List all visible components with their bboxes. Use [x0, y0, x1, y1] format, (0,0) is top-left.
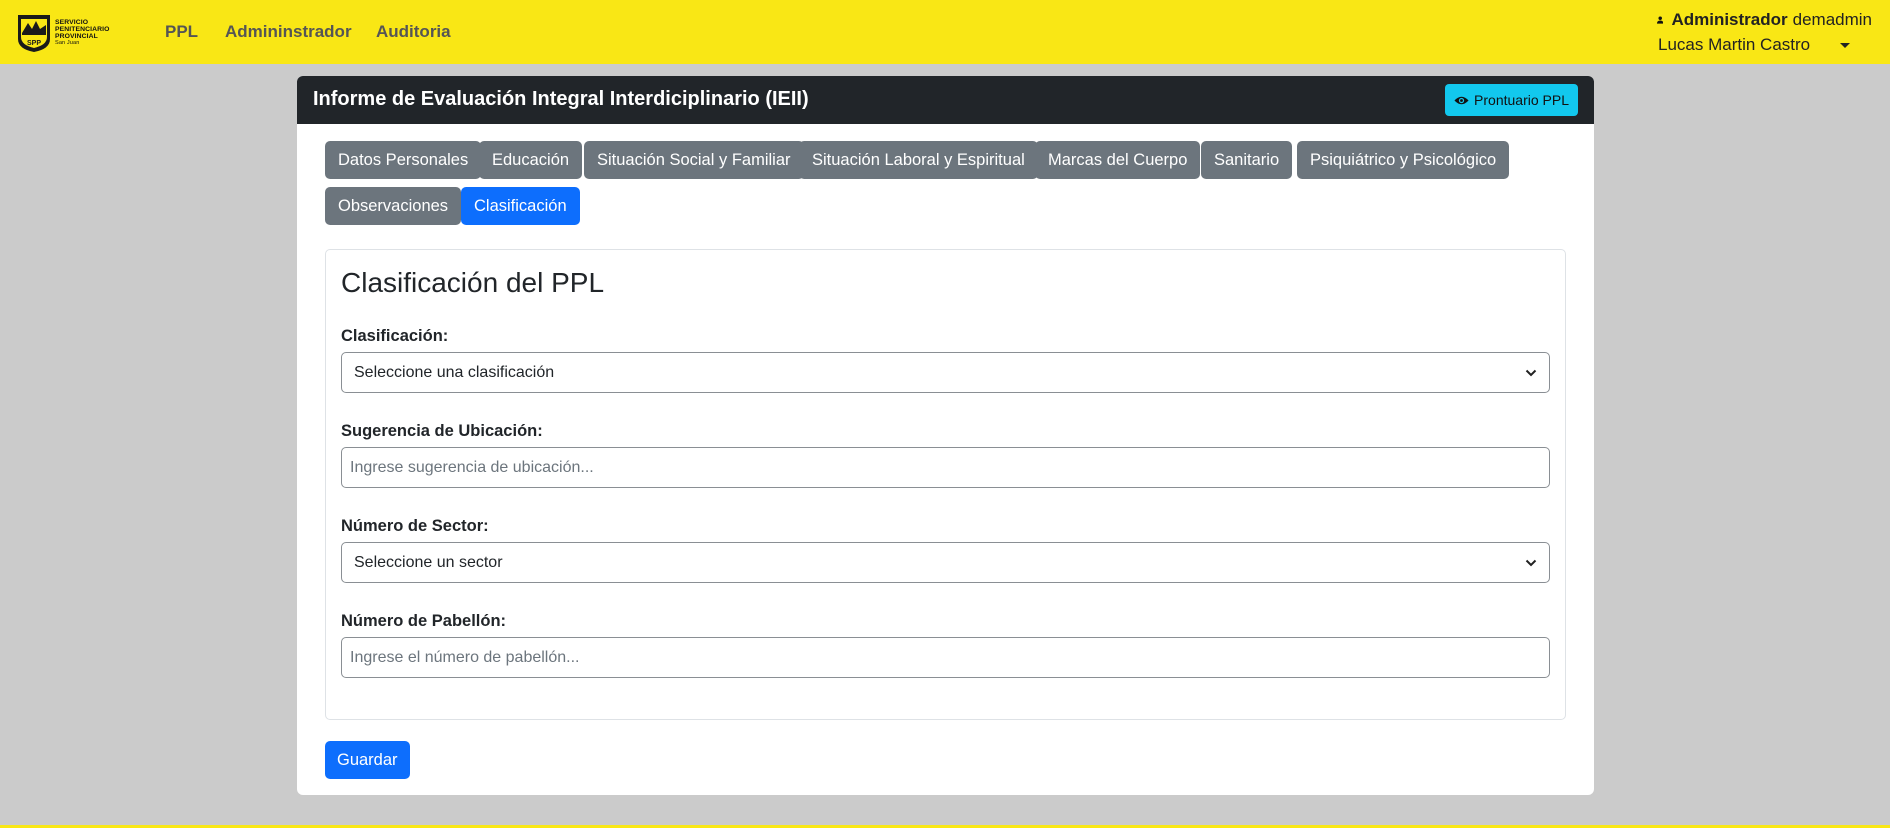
user-dropdown-toggle[interactable]: Lucas Martin Castro [1658, 35, 1872, 55]
ieii-card: Informe de Evaluación Integral Interdici… [297, 76, 1594, 795]
tab-situacion-laboral-espiritual[interactable]: Situación Laboral y Espiritual [799, 141, 1038, 179]
pabellon-placeholder: Ingrese el número de pabellón... [350, 648, 580, 666]
spp-logo[interactable]: SPP SERVICIO PENITENCIARIO PROVINCIAL Sa… [16, 12, 120, 54]
tab-sanitario[interactable]: Sanitario [1201, 141, 1293, 179]
caret-down-icon [1840, 42, 1851, 48]
nav-link-auditoria[interactable]: Auditoria [376, 22, 451, 42]
nav-link-ppl[interactable]: PPL [165, 22, 198, 42]
tab-situacion-social-familiar[interactable]: Situación Social y Familiar [584, 141, 804, 179]
spp-shield-icon: SPP [18, 15, 50, 52]
ubicacion-input[interactable]: Ingrese sugerencia de ubicación... [341, 447, 1550, 488]
logo-text: SERVICIO PENITENCIARIO PROVINCIAL San Ju… [55, 18, 110, 47]
ubicacion-placeholder: Ingrese sugerencia de ubicación... [350, 458, 594, 476]
sector-select[interactable]: Seleccione un sector [341, 542, 1550, 583]
guardar-button[interactable]: Guardar [325, 741, 410, 779]
user-icon [1657, 16, 1664, 24]
user-fullname: Lucas Martin Castro [1658, 35, 1811, 54]
clasificacion-panel: Clasificación del PPL Clasificación: Sel… [325, 249, 1566, 720]
clasificacion-select[interactable]: Seleccione una clasificación [341, 352, 1550, 393]
pabellon-label: Número de Pabellón: [341, 612, 507, 630]
prontuario-ppl-button[interactable]: Prontuario PPL [1445, 84, 1578, 116]
section-title: Clasificación del PPL [341, 267, 605, 298]
user-role: Administrador [1671, 10, 1788, 29]
tab-marcas-del-cuerpo[interactable]: Marcas del Cuerpo [1035, 141, 1201, 179]
chevron-down-icon [1525, 369, 1537, 377]
chevron-down-icon [1525, 559, 1537, 567]
tab-datos-personales[interactable]: Datos Personales [325, 141, 482, 179]
tab-educacion[interactable]: Educación [479, 141, 583, 179]
clasificacion-label: Clasificación: [341, 327, 449, 345]
pabellon-input[interactable]: Ingrese el número de pabellón... [341, 637, 1550, 678]
card-header: Informe de Evaluación Integral Interdici… [297, 76, 1594, 124]
nav-link-administrador[interactable]: Admininstrador [225, 22, 352, 42]
tab-observaciones[interactable]: Observaciones [325, 187, 462, 225]
sector-select-value: Seleccione un sector [354, 553, 503, 571]
sector-label: Número de Sector: [341, 517, 489, 535]
tab-psiquiatrico-psicologico[interactable]: Psiquiátrico y Psicológico [1297, 141, 1510, 179]
page-title: Informe de Evaluación Integral Interdici… [313, 88, 809, 110]
logo-badge: SPP [27, 40, 41, 47]
user-menu[interactable]: Administrador demadmin Lucas Martin Cast… [1657, 10, 1872, 55]
clasificacion-select-value: Seleccione una clasificación [354, 363, 555, 381]
eye-icon [1454, 96, 1469, 104]
ubicacion-label: Sugerencia de Ubicación: [341, 422, 543, 440]
tab-clasificacion[interactable]: Clasificación [461, 187, 580, 225]
prontuario-ppl-label: Prontuario PPL [1474, 92, 1569, 108]
user-username: demadmin [1792, 10, 1872, 29]
top-navbar: SPP SERVICIO PENITENCIARIO PROVINCIAL Sa… [0, 0, 1890, 64]
